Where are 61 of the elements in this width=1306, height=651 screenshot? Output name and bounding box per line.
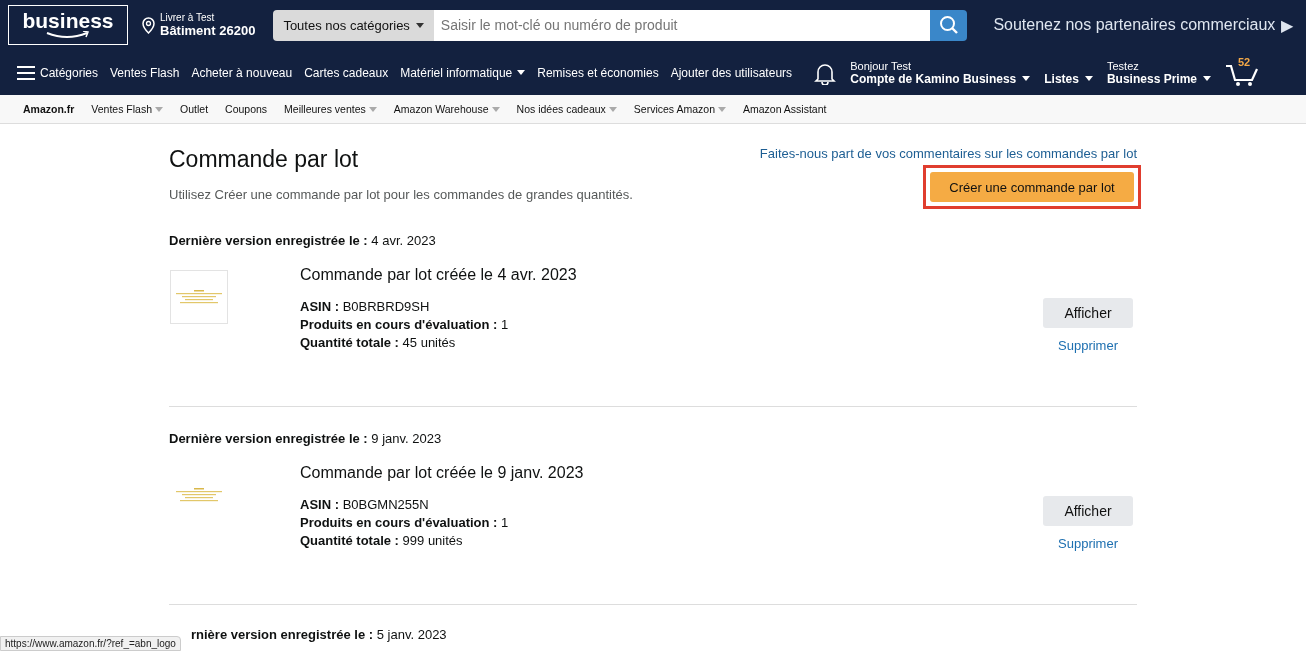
caret-icon	[415, 22, 424, 28]
caret-icon	[1022, 76, 1031, 81]
subnav-link[interactable]: Coupons	[225, 103, 268, 115]
play-arrow: ▶	[1281, 15, 1294, 35]
view-button[interactable]: Afficher	[1043, 496, 1133, 526]
order-detail: Quantité totale : 45 unités	[300, 334, 457, 352]
order-title: Commande par lot créée le 4 avr. 2023	[300, 266, 578, 284]
deliver-label[interactable]: Livrer à Test	[160, 12, 256, 23]
subnav-link[interactable]: Amazon Warehouse	[393, 103, 500, 115]
nav-link[interactable]: Acheter à nouveau	[185, 65, 299, 80]
subnav-link[interactable]: Outlet	[180, 103, 209, 115]
status-url: https://www.amazon.fr/?ref_=abn_logo	[0, 636, 181, 651]
lists-menu[interactable]: Listes	[1044, 59, 1093, 86]
subnav-link[interactable]: Amazon Assistant	[743, 103, 827, 115]
order-title: Commande par lot créée le 9 janv. 2023	[300, 464, 585, 482]
subnav-link[interactable]: Ventes Flash	[91, 103, 164, 115]
saved-date: Dernière version enregistrée le : 4 avr. 2023	[169, 233, 437, 248]
order-detail: Produits en cours d'évaluation : 1	[300, 316, 510, 334]
caret-icon	[517, 70, 526, 75]
cart-button[interactable]: 52	[1225, 58, 1261, 87]
location-pin-icon	[142, 16, 155, 34]
menu-icon	[17, 65, 35, 80]
nav-link[interactable]: Ventes Flash	[104, 65, 186, 80]
promo-link[interactable]: Soutenez nos partenaires commerciaux	[993, 15, 1276, 35]
delete-link[interactable]: Supprimer	[1058, 338, 1118, 353]
category-dropdown[interactable]: Toutes nos catégories	[273, 9, 434, 41]
search-icon	[938, 15, 959, 35]
caret-icon	[608, 106, 617, 112]
page-title: Commande par lot	[169, 146, 360, 173]
search-field[interactable]: Saisir le mot-clé ou numéro de produit	[433, 9, 931, 41]
search-button[interactable]	[930, 9, 968, 41]
feedback-link[interactable]: Faites-nous part de vos commentaires sur les commandes par lot	[759, 146, 1137, 161]
order-detail: Quantité totale : 999 unités	[300, 532, 464, 550]
nav-link[interactable]: Cartes cadeaux	[298, 65, 395, 80]
caret-icon	[718, 106, 726, 112]
categories-menu[interactable]: Catégories	[17, 65, 105, 80]
view-button[interactable]: Afficher	[1043, 298, 1133, 328]
account-menu[interactable]: Bonjour Test Compte de Kamino Business	[850, 59, 1031, 86]
order-detail: ASIN : B0BRBRD9SH	[300, 298, 431, 316]
logo[interactable]: business	[8, 5, 128, 45]
caret-icon	[155, 106, 164, 112]
caret-icon	[491, 106, 500, 112]
order-detail: ASIN : B0BGMN255N	[300, 496, 430, 514]
subnav-link[interactable]: Amazon.fr	[23, 103, 75, 115]
order-detail: Produits en cours d'évaluation : 1	[300, 514, 510, 532]
page-subtitle: Utilisez Créer une commande par lot pour les commandes de grandes quantités.	[169, 187, 633, 202]
caret-icon	[1203, 76, 1211, 81]
subnav-link[interactable]: Services Amazon	[633, 103, 726, 115]
deliver-address[interactable]: Bâtiment 26200	[160, 23, 256, 38]
caret-icon	[1084, 76, 1093, 81]
nav-link[interactable]: Ajouter des utilisateurs	[664, 65, 799, 80]
subnav-link[interactable]: Meilleures ventes	[284, 103, 377, 115]
saved-date: Dernière version enregistrée le : 9 janv. 2023	[169, 431, 443, 446]
prime-menu[interactable]: Testez Business Prime	[1106, 59, 1211, 86]
nav-link[interactable]: Matériel informatique	[394, 65, 532, 80]
saved-date: rnière version enregistrée le : 5 janv. 2023	[191, 627, 448, 642]
create-batch-button[interactable]: Créer une commande par lot	[930, 172, 1134, 202]
subnav-link[interactable]: Nos idées cadeaux	[516, 103, 617, 115]
delete-link[interactable]: Supprimer	[1058, 536, 1118, 551]
caret-icon	[368, 106, 377, 112]
nav-link[interactable]: Remises et économies	[531, 65, 665, 80]
